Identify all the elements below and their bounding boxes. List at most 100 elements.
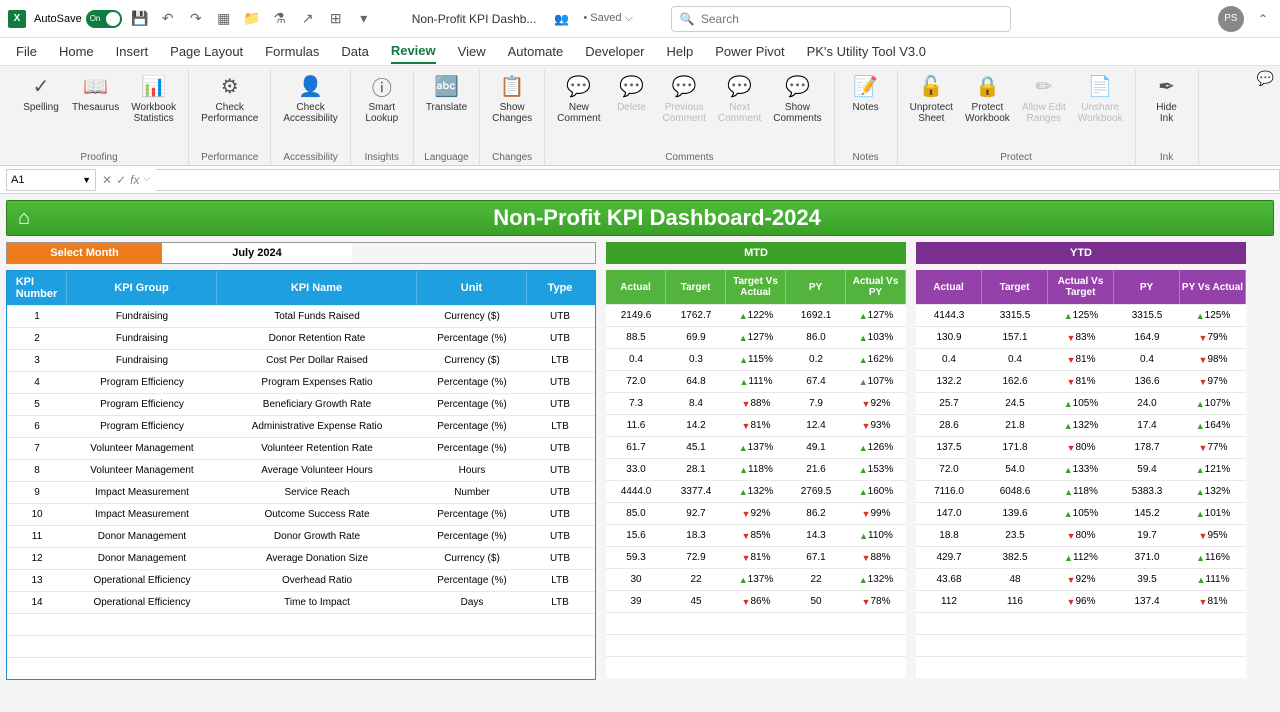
share-icon[interactable]: 👥	[554, 12, 569, 26]
table-row[interactable]: 12 Donor Management Average Donation Siz…	[7, 547, 595, 569]
qat-icon-3[interactable]: ⚗	[270, 9, 290, 29]
saved-status[interactable]: • Saved ⌵	[583, 12, 633, 25]
ribbon-workbook-statistics[interactable]: 📊Workbook Statistics	[127, 70, 180, 150]
mtd-row[interactable]: 72.0 64.8▲ 111% 67.4▲ 107%	[606, 370, 906, 392]
table-row[interactable]: 7 Volunteer Management Volunteer Retenti…	[7, 437, 595, 459]
menu-review[interactable]: Review	[391, 39, 436, 64]
ytd-row[interactable]: 429.7 382.5▲ 112% 371.0▲ 116%	[916, 546, 1246, 568]
ytd-row[interactable]: 43.68 48▼ 92% 39.5▲ 111%	[916, 568, 1246, 590]
menu-file[interactable]: File	[16, 40, 37, 63]
ytd-row[interactable]: 28.6 21.8▲ 132% 17.4▲ 164%	[916, 414, 1246, 436]
menu-insert[interactable]: Insert	[116, 40, 149, 63]
autosave-toggle[interactable]: AutoSave On	[34, 10, 122, 28]
table-row[interactable]: 8 Volunteer Management Average Volunteer…	[7, 459, 595, 481]
ribbon-notes[interactable]: 📝Notes	[843, 70, 889, 150]
ribbon-translate[interactable]: 🔤Translate	[422, 70, 471, 150]
menu-developer[interactable]: Developer	[585, 40, 644, 63]
comments-pane-icon[interactable]: 💬	[1257, 70, 1274, 87]
cancel-formula-icon[interactable]: ✕	[102, 173, 112, 187]
ytd-row[interactable]: 147.0 139.6▲ 105% 145.2▲ 101%	[916, 502, 1246, 524]
mtd-row[interactable]: 61.7 45.1▲ 137% 49.1▲ 126%	[606, 436, 906, 458]
menu-page-layout[interactable]: Page Layout	[170, 40, 243, 63]
ribbon-new-comment[interactable]: 💬New Comment	[553, 70, 604, 150]
save-icon[interactable]: 💾	[130, 9, 150, 29]
mtd-row[interactable]: 88.5 69.9▲ 127% 86.0▲ 103%	[606, 326, 906, 348]
ribbon-protect-workbook[interactable]: 🔒Protect Workbook	[961, 70, 1014, 150]
selected-month[interactable]: July 2024	[162, 243, 352, 263]
table-row[interactable]: 14 Operational Efficiency Time to Impact…	[7, 591, 595, 613]
qat-more-icon[interactable]: ▾	[354, 9, 374, 29]
mtd-row[interactable]: 11.6 14.2▼ 81% 12.4▼ 93%	[606, 414, 906, 436]
table-row[interactable]: 9 Impact Measurement Service Reach Numbe…	[7, 481, 595, 503]
ribbon-hide-ink[interactable]: ✒Hide Ink	[1144, 70, 1190, 150]
mtd-row[interactable]: 0.4 0.3▲ 115% 0.2▲ 162%	[606, 348, 906, 370]
mtd-row[interactable]: 7.3 8.4▼ 88% 7.9▼ 92%	[606, 392, 906, 414]
ytd-row-empty[interactable]	[916, 634, 1246, 656]
undo-icon[interactable]: ↶	[158, 9, 178, 29]
mtd-row[interactable]: 85.0 92.7▼ 92% 86.2▼ 99%	[606, 502, 906, 524]
ytd-row[interactable]: 130.9 157.1▼ 83% 164.9▼ 79%	[916, 326, 1246, 348]
mtd-row-empty[interactable]	[606, 612, 906, 634]
ribbon-show-changes[interactable]: 📋Show Changes	[488, 70, 536, 150]
formula-dropdown-icon[interactable]: ⌵	[143, 173, 150, 187]
table-row[interactable]: 13 Operational Efficiency Overhead Ratio…	[7, 569, 595, 591]
table-row-empty[interactable]	[7, 613, 595, 635]
menu-help[interactable]: Help	[667, 40, 694, 63]
collapse-ribbon-icon[interactable]: ⌃	[1258, 12, 1268, 26]
qat-icon-2[interactable]: 📁	[242, 9, 262, 29]
table-row[interactable]: 1 Fundraising Total Funds Raised Currenc…	[7, 305, 595, 327]
ribbon-spelling[interactable]: ✓Spelling	[18, 70, 64, 150]
qat-icon-1[interactable]: ▦	[214, 9, 234, 29]
mtd-row[interactable]: 39 45▼ 86% 50▼ 78%	[606, 590, 906, 612]
ribbon-smart-lookup[interactable]: ⓘSmart Lookup	[359, 70, 405, 150]
menu-automate[interactable]: Automate	[508, 40, 564, 63]
ytd-row-empty[interactable]	[916, 656, 1246, 678]
menu-pk-s-utility-tool-v3-0[interactable]: PK's Utility Tool V3.0	[807, 40, 926, 63]
ytd-row[interactable]: 4144.3 3315.5▲ 125% 3315.5▲ 125%	[916, 304, 1246, 326]
mtd-row-empty[interactable]	[606, 634, 906, 656]
mtd-row[interactable]: 59.3 72.9▼ 81% 67.1▼ 88%	[606, 546, 906, 568]
ytd-row[interactable]: 112 116▼ 96% 137.4▼ 81%	[916, 590, 1246, 612]
ribbon-thesaurus[interactable]: 📖Thesaurus	[68, 70, 123, 150]
ytd-row[interactable]: 137.5 171.8▼ 80% 178.7▼ 77%	[916, 436, 1246, 458]
accept-formula-icon[interactable]: ✓	[116, 173, 126, 187]
ribbon-check-performance[interactable]: ⚙Check Performance	[197, 70, 262, 150]
mtd-row[interactable]: 4444.0 3377.4▲ 132% 2769.5▲ 160%	[606, 480, 906, 502]
chevron-down-icon[interactable]: ▼	[82, 175, 91, 185]
search-box[interactable]: 🔍	[671, 6, 1011, 32]
ytd-row-empty[interactable]	[916, 612, 1246, 634]
table-row[interactable]: 3 Fundraising Cost Per Dollar Raised Cur…	[7, 349, 595, 371]
formula-input[interactable]	[156, 169, 1280, 191]
menu-power-pivot[interactable]: Power Pivot	[715, 40, 784, 63]
toggle-switch[interactable]: On	[86, 10, 122, 28]
qat-icon-4[interactable]: ↗	[298, 9, 318, 29]
table-row[interactable]: 4 Program Efficiency Program Expenses Ra…	[7, 371, 595, 393]
ytd-row[interactable]: 25.7 24.5▲ 105% 24.0▲ 107%	[916, 392, 1246, 414]
redo-icon[interactable]: ↷	[186, 9, 206, 29]
fx-icon[interactable]: fx	[130, 173, 139, 187]
mtd-row[interactable]: 15.6 18.3▼ 85% 14.3▲ 110%	[606, 524, 906, 546]
ribbon-check-accessibility[interactable]: 👤Check Accessibility	[279, 70, 341, 150]
home-icon[interactable]: ⌂	[7, 207, 41, 230]
table-row[interactable]: 10 Impact Measurement Outcome Success Ra…	[7, 503, 595, 525]
menu-view[interactable]: View	[458, 40, 486, 63]
table-row[interactable]: 5 Program Efficiency Beneficiary Growth …	[7, 393, 595, 415]
table-row-empty[interactable]	[7, 657, 595, 679]
mtd-row-empty[interactable]	[606, 656, 906, 678]
ribbon-show-comments[interactable]: 💬Show Comments	[769, 70, 825, 150]
ytd-row[interactable]: 0.4 0.4▼ 81% 0.4▼ 98%	[916, 348, 1246, 370]
mtd-row[interactable]: 30 22▲ 137% 22▲ 132%	[606, 568, 906, 590]
menu-home[interactable]: Home	[59, 40, 94, 63]
ribbon-unprotect-sheet[interactable]: 🔓Unprotect Sheet	[906, 70, 957, 150]
name-box[interactable]: A1 ▼	[6, 169, 96, 191]
menu-formulas[interactable]: Formulas	[265, 40, 319, 63]
qat-icon-5[interactable]: ⊞	[326, 9, 346, 29]
menu-data[interactable]: Data	[341, 40, 368, 63]
ytd-row[interactable]: 72.0 54.0▲ 133% 59.4▲ 121%	[916, 458, 1246, 480]
ytd-row[interactable]: 18.8 23.5▼ 80% 19.7▼ 95%	[916, 524, 1246, 546]
search-input[interactable]	[701, 12, 1002, 26]
mtd-row[interactable]: 33.0 28.1▲ 118% 21.6▲ 153%	[606, 458, 906, 480]
ytd-row[interactable]: 7116.0 6048.6▲ 118% 5383.3▲ 132%	[916, 480, 1246, 502]
table-row[interactable]: 6 Program Efficiency Administrative Expe…	[7, 415, 595, 437]
table-row-empty[interactable]	[7, 635, 595, 657]
